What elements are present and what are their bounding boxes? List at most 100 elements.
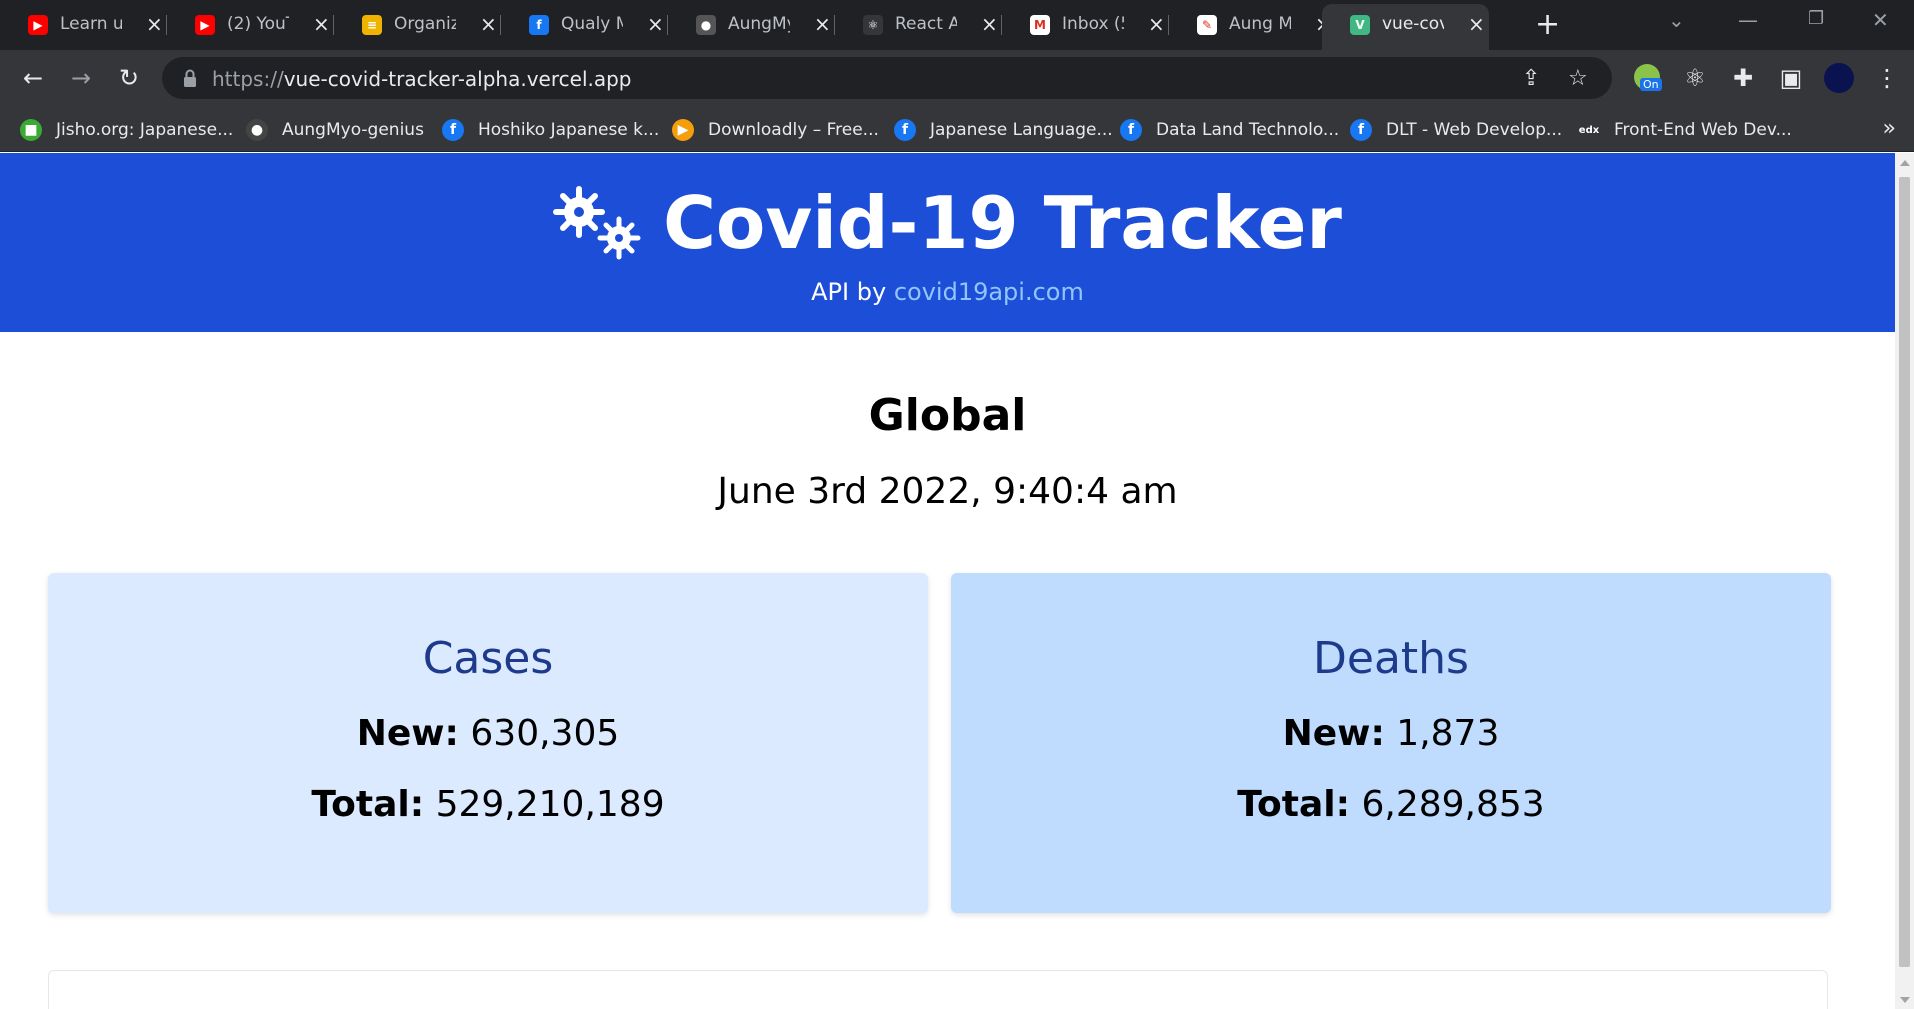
extensions-puzzle-icon[interactable]: ✚ [1728,64,1758,92]
bookmark-label: Jisho.org: Japanese... [56,120,234,140]
tab-title: vue-covid [1382,14,1444,34]
deaths-new-label: New: [1282,713,1385,754]
bookmark-label: DLT - Web Develop... [1386,120,1563,140]
close-tab-icon[interactable]: × [647,13,664,35]
react-icon: ⚛ [863,15,883,35]
cases-total-label: Total: [311,784,425,825]
bookmark-item[interactable]: edx Front-End Web Dev... [1578,119,1792,141]
share-icon[interactable]: ⇪ [1522,66,1540,91]
tab-title: Qualy M [561,14,623,34]
cases-new-row: New: 630,305 [48,713,928,754]
cases-new-label: New: [356,713,459,754]
bookmark-star-icon[interactable]: ☆ [1568,66,1588,91]
country-panel [48,970,1828,1009]
bookmark-item[interactable]: ● AungMyo-genius [246,119,424,141]
youtube-icon: ▶ [28,15,48,35]
tab-0[interactable]: ▶ Learn use × [0,0,167,50]
page-title: Covid-19 Tracker [0,181,1895,265]
tab-search-icon[interactable]: ⌄ [1668,8,1685,32]
facebook-icon: f [1120,119,1142,141]
restore-button[interactable]: ❐ [1808,8,1824,29]
region-heading: Global [868,390,1027,441]
tab-4[interactable]: ● AungMy × [668,0,835,50]
bookmark-item[interactable]: f Data Land Technolo... [1120,119,1339,141]
close-tab-icon[interactable]: × [814,13,831,35]
deaths-total-label: Total: [1237,784,1351,825]
tab-3[interactable]: f Qualy M × [501,0,668,50]
profile-avatar[interactable] [1824,63,1854,93]
tab-5[interactable]: ⚛ React Ap × [835,0,1002,50]
side-panel-icon[interactable]: ▣ [1776,64,1806,92]
extension-on-icon[interactable]: On [1634,64,1662,91]
vue-icon: V [1350,15,1370,35]
url-text[interactable]: https://vue-covid-tracker-alpha.vercel.a… [212,67,632,91]
address-bar[interactable]: https://vue-covid-tracker-alpha.vercel.a… [162,57,1612,99]
tab-8[interactable]: Vvue-covid × [1322,4,1489,50]
bookmark-label: Hoshiko Japanese k... [478,120,660,140]
cases-total-row: Total: 529,210,189 [48,784,928,825]
deaths-new-value: 1,873 [1396,713,1500,754]
tab-title: Learn use [60,14,122,34]
bookmarks-bar: ■ Jisho.org: Japanese... ● AungMyo-genius f H… [0,106,1914,152]
close-tab-icon[interactable]: × [1148,13,1165,35]
tab-title: Inbox (5 [1062,14,1124,34]
tab-2[interactable]: ≡ Organize × [334,0,501,50]
extension-badge: On [1640,78,1662,91]
page-header: Covid-19 Tracker API by covid19api.com [0,153,1895,332]
bookmark-label: Japanese Language... [930,120,1113,140]
facebook-icon: f [1350,119,1372,141]
bookmark-label: Data Land Technolo... [1156,120,1340,140]
scroll-up-icon[interactable] [1900,160,1910,166]
api-link[interactable]: covid19api.com [894,278,1084,306]
forward-icon[interactable]: → [66,64,96,92]
tab-title: Organize [394,14,456,34]
back-icon[interactable]: ← [18,64,48,92]
bookmark-label: AungMyo-genius [282,120,424,140]
tab-7[interactable]: ✎Aung My× [1169,0,1336,50]
deaths-title: Deaths [1313,633,1469,684]
tab-title: Aung My [1229,14,1291,34]
api-credit: API by covid19api.com [0,278,1895,306]
more-bookmarks-icon[interactable]: » [1883,116,1896,141]
github-icon: ● [246,119,268,141]
reload-icon[interactable]: ↻ [114,64,144,92]
page-scrollbar[interactable] [1895,153,1914,1009]
close-tab-icon[interactable]: × [1468,13,1485,35]
facebook-icon: f [529,15,549,35]
menu-kebab-icon[interactable]: ⋮ [1872,64,1902,92]
close-tab-icon[interactable]: × [480,13,497,35]
tab-strip: ▶ Learn use × ▶ (2) YouTu × ≡ Organize × f Qualy M… [0,0,1914,50]
facebook-icon: f [894,119,916,141]
cases-card: Cases New: 630,305 Total: 529,210,189 [48,573,928,913]
tab-6[interactable]: M Inbox (5 × [1002,0,1169,50]
edx-icon: edx [1578,119,1600,141]
virus-icon [553,186,641,260]
bookmark-item[interactable]: f Hoshiko Japanese k... [442,119,659,141]
page-viewport: Covid-19 Tracker API by covid19api.com G… [0,153,1895,1009]
scrollbar-thumb[interactable] [1899,177,1910,967]
bookmark-item[interactable]: f DLT - Web Develop... [1350,119,1562,141]
new-tab-button[interactable]: + [1535,10,1560,40]
close-tab-icon[interactable]: × [146,13,163,35]
youtube-icon: ▶ [195,15,215,35]
lock-icon [184,69,196,87]
close-tab-icon[interactable]: × [981,13,998,35]
deaths-new-row: New: 1,873 [951,713,1831,754]
bookmark-label: Front-End Web Dev... [1614,120,1792,140]
date-display: June 3rd 2022, 9:40:4 am [717,471,1178,512]
bookmark-item[interactable]: f Japanese Language... [894,119,1113,141]
cases-total-value: 529,210,189 [435,784,665,825]
close-tab-icon[interactable]: × [313,13,330,35]
bookmark-item[interactable]: ■ Jisho.org: Japanese... [20,119,233,141]
deaths-card: Deaths New: 1,873 Total: 6,289,853 [951,573,1831,913]
react-devtools-icon[interactable]: ⚛ [1680,64,1710,92]
bookmark-item[interactable]: ▶ Downloadly – Free... [672,119,879,141]
tab-title: React Ap [895,14,957,34]
gmail-icon: M [1030,15,1050,35]
facebook-icon: f [442,119,464,141]
close-window-button[interactable]: ✕ [1872,8,1889,32]
minimize-button[interactable]: — [1738,8,1758,32]
page-title-text: Covid-19 Tracker [663,181,1342,265]
scroll-down-icon[interactable] [1900,997,1910,1003]
tab-1[interactable]: ▶ (2) YouTu × [167,0,334,50]
